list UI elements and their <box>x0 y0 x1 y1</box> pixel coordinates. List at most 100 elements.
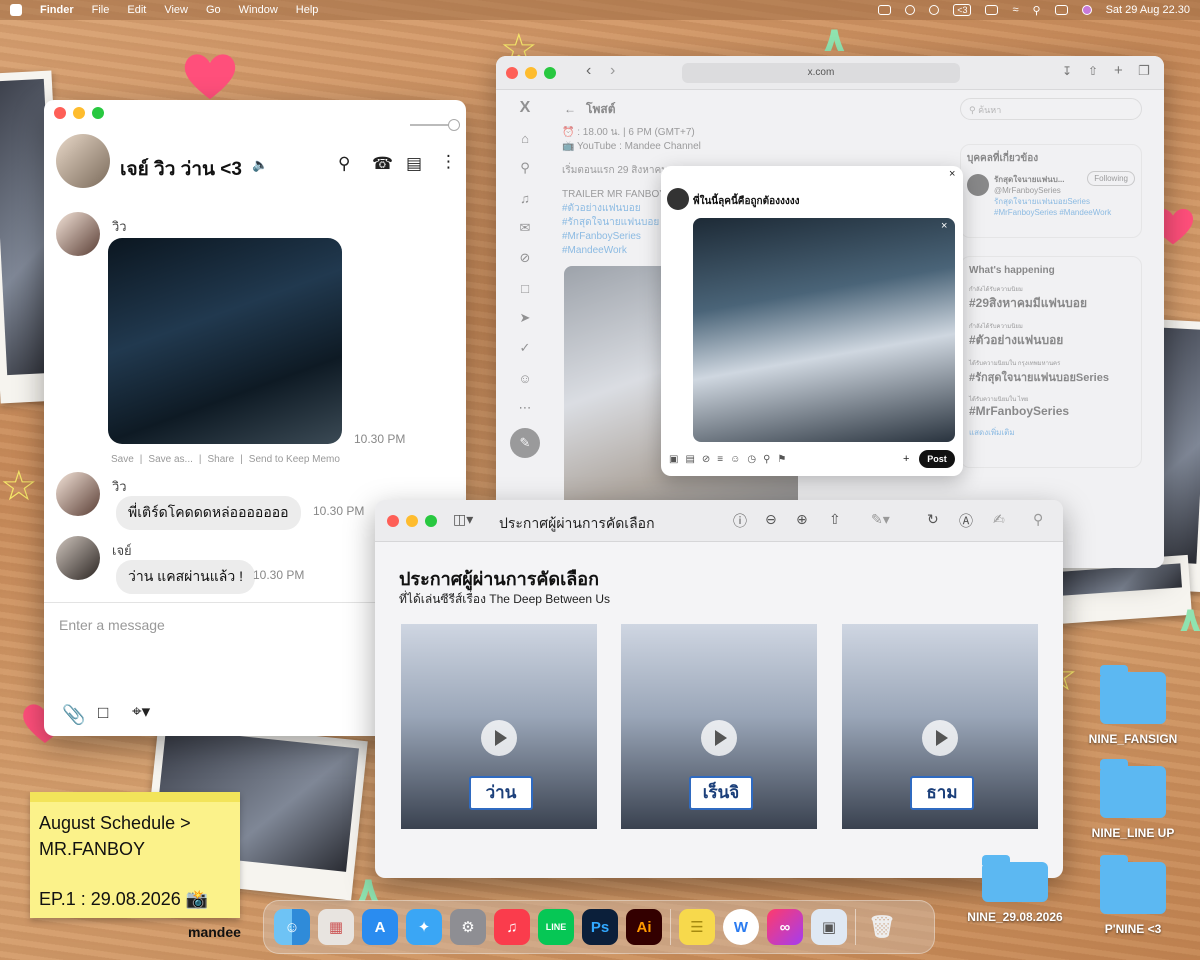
search-icon[interactable]: ⚲ <box>1033 511 1043 528</box>
remove-image-icon[interactable]: × <box>941 220 947 232</box>
menu-view[interactable]: View <box>164 4 188 16</box>
rotate-icon[interactable]: ↻ <box>927 511 939 528</box>
chat-photo[interactable] <box>108 238 342 444</box>
play-status-icon[interactable] <box>905 5 916 15</box>
desktop-folder[interactable]: NINE_29.08.2026 <box>967 855 1063 924</box>
avatar[interactable] <box>667 188 689 210</box>
gif-icon[interactable]: ▤ <box>685 454 694 465</box>
trash-icon[interactable]: 🗑 <box>864 909 900 945</box>
zoom-in-icon[interactable]: ⊕ <box>796 511 808 528</box>
safari-icon[interactable]: ✦ <box>406 909 442 945</box>
line-app-icon[interactable]: LINE <box>538 909 574 945</box>
download-icon[interactable]: ↧ <box>1062 64 1072 78</box>
illustrator-icon[interactable]: Ai <box>626 909 662 945</box>
menu-datetime[interactable]: Sat 29 Aug 22.30 <box>1106 4 1190 16</box>
grok-icon[interactable]: ⊘ <box>702 454 710 465</box>
call-icon[interactable]: ☎ <box>372 154 393 174</box>
share-icon[interactable]: ⇧ <box>1088 64 1098 78</box>
candidate-video-thumbnail[interactable]: เร็นจิ <box>621 624 817 829</box>
zoom-out-icon[interactable]: ⊖ <box>765 511 777 528</box>
desktop-folder[interactable]: NINE_LINE UP <box>1092 759 1174 840</box>
minimize-button[interactable] <box>525 67 537 79</box>
line-status-icon[interactable] <box>878 5 892 15</box>
preview-icon[interactable]: ▣ <box>811 909 847 945</box>
attach-icon[interactable]: 📎 <box>62 703 86 727</box>
candidate-video-thumbnail[interactable]: ธาม <box>842 624 1038 829</box>
w-app-icon[interactable]: W <box>723 909 759 945</box>
spotlight-icon[interactable]: ⚲ <box>1033 4 1041 17</box>
candidate-video-thumbnail[interactable]: ว่าน <box>401 624 597 829</box>
app-store-icon[interactable]: A <box>362 909 398 945</box>
zoom-button[interactable] <box>544 67 556 79</box>
menu-window[interactable]: Window <box>239 4 278 16</box>
menu-file[interactable]: File <box>92 4 110 16</box>
notes-icon[interactable]: ☰ <box>679 909 715 945</box>
save-link[interactable]: Save <box>111 454 134 465</box>
launchpad-icon[interactable]: ▦ <box>318 909 354 945</box>
music-icon[interactable]: ♫ <box>494 909 530 945</box>
new-tab-icon[interactable]: + <box>1114 62 1123 79</box>
post-button[interactable]: Post <box>919 450 955 468</box>
minimize-button[interactable] <box>406 515 418 527</box>
back-icon[interactable]: ‹ <box>586 62 591 80</box>
sticky-note[interactable]: August Schedule > MR.FANBOY EP.1 : 29.08… <box>30 792 240 918</box>
close-button[interactable] <box>387 515 399 527</box>
search-icon[interactable]: ⚲ <box>338 154 350 174</box>
zoom-button[interactable] <box>425 515 437 527</box>
compose-text[interactable]: พี่ในนี้ลุคนี้คือถูกต้องงงงง <box>693 194 800 209</box>
tabs-overview-icon[interactable]: ❐ <box>1138 63 1150 79</box>
emoji-icon[interactable]: ☺ <box>730 454 740 465</box>
address-bar[interactable]: x.com <box>682 63 960 83</box>
location-icon[interactable]: ⚲ <box>763 454 770 465</box>
control-center-icon[interactable] <box>1054 5 1068 15</box>
close-icon[interactable]: × <box>949 168 955 180</box>
group-avatar[interactable] <box>56 134 110 188</box>
wifi-icon[interactable]: ≈ <box>1012 4 1018 16</box>
creative-cloud-icon[interactable]: ∞ <box>767 909 803 945</box>
share-icon[interactable]: ⇧ <box>829 511 841 528</box>
schedule-icon[interactable]: ◷ <box>747 454 756 465</box>
poll-icon[interactable]: ≡ <box>717 454 723 465</box>
apple-logo-icon[interactable] <box>10 4 22 16</box>
menu-edit[interactable]: Edit <box>127 4 146 16</box>
siri-icon[interactable] <box>1081 5 1092 15</box>
save-as-link[interactable]: Save as... <box>148 454 192 465</box>
compose-attached-image[interactable] <box>693 218 955 442</box>
play-icon[interactable] <box>922 720 958 756</box>
message-bubble[interactable]: พี่เติร์ดโคดดดหล่อออออออ <box>116 496 301 530</box>
system-settings-icon[interactable]: ⚙ <box>450 909 486 945</box>
notes-icon[interactable]: ▤ <box>406 154 422 174</box>
menu-help[interactable]: Help <box>296 4 319 16</box>
markup-pen-icon[interactable]: ✎▾ <box>871 511 890 528</box>
desktop-folder[interactable]: P'NINE <3 <box>1098 855 1168 936</box>
bookmark-icon[interactable]: □ <box>98 703 108 723</box>
message-input[interactable]: Enter a message <box>59 617 165 633</box>
play-icon[interactable] <box>701 720 737 756</box>
message-bubble[interactable]: ว่าน แคสผ่านแล้ว ! <box>116 560 255 594</box>
keep-memo-link[interactable]: Send to Keep Memo <box>249 454 340 465</box>
avatar[interactable] <box>56 536 100 580</box>
play-icon[interactable] <box>481 720 517 756</box>
media-icon[interactable]: ▣ <box>669 454 678 465</box>
more-icon[interactable]: ⋮ <box>440 152 457 172</box>
clock-status-icon[interactable] <box>929 5 940 15</box>
markup-icon[interactable]: Ⓐ <box>959 511 973 531</box>
signature-icon[interactable]: ✍ <box>993 511 1005 528</box>
forward-icon[interactable]: › <box>610 62 615 80</box>
avatar[interactable] <box>56 472 100 516</box>
share-link[interactable]: Share <box>207 454 234 465</box>
close-button[interactable] <box>506 67 518 79</box>
battery-label[interactable]: <3 <box>953 4 972 16</box>
menu-app-name[interactable]: Finder <box>40 4 74 16</box>
screenshot-crop-icon[interactable]: ⌖▾ <box>132 702 150 722</box>
avatar[interactable] <box>56 212 100 256</box>
menu-go[interactable]: Go <box>206 4 221 16</box>
flag-icon[interactable]: ⚑ <box>777 454 786 465</box>
add-post-icon[interactable]: + <box>903 453 909 465</box>
desktop-folder[interactable]: NINE_FANSIGN <box>1089 665 1177 746</box>
info-icon[interactable]: ⓘ <box>733 511 747 531</box>
photoshop-icon[interactable]: Ps <box>582 909 618 945</box>
finder-icon[interactable]: ☺ <box>274 909 310 945</box>
battery-icon[interactable] <box>985 5 999 15</box>
sidebar-toggle-icon[interactable]: ◫▾ <box>453 511 473 528</box>
